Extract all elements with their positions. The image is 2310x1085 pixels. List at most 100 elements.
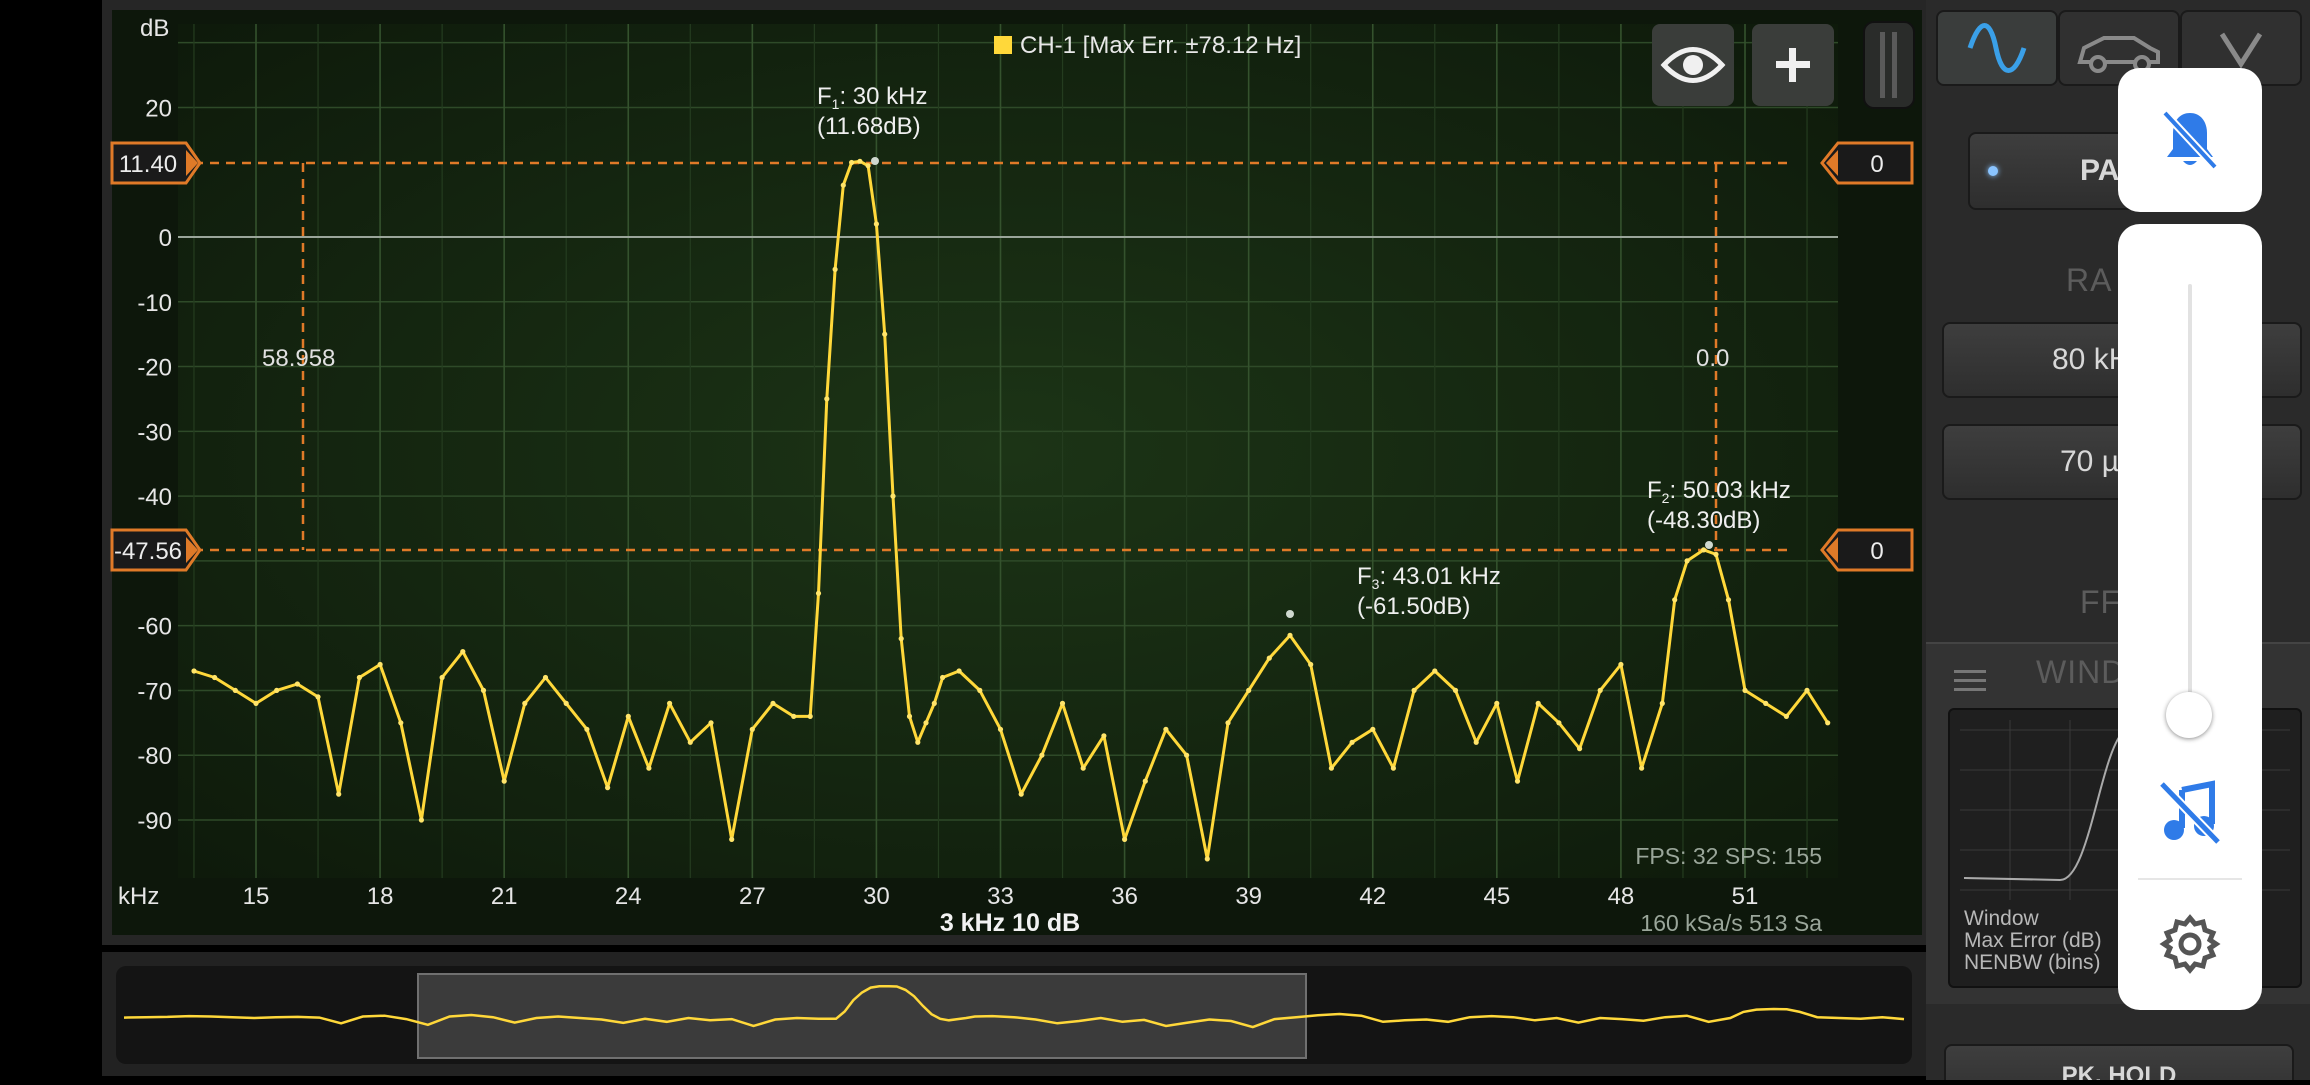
- marker-f2-dot: [1705, 541, 1713, 549]
- fps-readout: FPS: 32 SPS: 155: [1635, 843, 1822, 869]
- trace-point: [1184, 752, 1190, 758]
- mute-notifications-button[interactable]: [2118, 68, 2262, 212]
- volume-slider-thumb[interactable]: [2166, 692, 2212, 738]
- x-tick-label: 48: [1608, 883, 1635, 910]
- x-tick-label: 45: [1483, 883, 1510, 910]
- trace-point: [1597, 687, 1603, 694]
- status-led: [1988, 166, 1998, 176]
- trace-point: [890, 493, 896, 499]
- trace-point: [1018, 791, 1024, 797]
- trace-point: [1101, 733, 1107, 739]
- trace-point: [791, 713, 797, 720]
- cursor-1-left-handle[interactable]: 11.40: [110, 141, 202, 185]
- y-tick-label: -40: [137, 484, 172, 511]
- y-axis-unit: dB: [140, 15, 169, 42]
- gear-icon: [2159, 914, 2221, 974]
- trace-point: [1411, 687, 1417, 694]
- trace-point: [336, 791, 342, 797]
- sine-wave-icon: [1967, 23, 2027, 73]
- range-label: RA: [2066, 262, 2113, 298]
- trace-point: [1059, 700, 1066, 707]
- y-tick-label: -30: [137, 419, 172, 446]
- trace-point: [931, 700, 937, 707]
- trace-point: [915, 739, 921, 745]
- peak-hold-button[interactable]: PK. HOLD: [1944, 1044, 2294, 1080]
- sound-settings-button[interactable]: [2158, 912, 2222, 981]
- trace-point: [1577, 746, 1583, 752]
- trace-point: [1763, 700, 1769, 707]
- marker-f3-dot: [1286, 610, 1294, 618]
- trace-point: [687, 739, 693, 745]
- trace-point: [1452, 687, 1459, 694]
- trace-point: [294, 681, 300, 687]
- trace-point: [1122, 836, 1128, 843]
- trace-point: [840, 182, 846, 188]
- y-tick-label: -80: [137, 743, 172, 770]
- scale-readout: 3 kHz 10 dB: [940, 909, 1080, 937]
- trace-point: [1535, 700, 1541, 707]
- y-tick-label: 0: [159, 225, 172, 252]
- sample-rate-readout: 160 kSa/s 513 Sa: [1640, 910, 1822, 936]
- trace-point: [1080, 765, 1086, 771]
- trace-point: [605, 785, 611, 791]
- peak-hold-label: PK. HOLD: [2061, 1062, 2177, 1080]
- trace-point: [1494, 700, 1500, 707]
- trace-point: [1713, 551, 1719, 558]
- x-axis-unit: kHz: [118, 883, 159, 910]
- trace-point: [1725, 597, 1732, 603]
- trace-point: [1390, 765, 1396, 771]
- trace-point: [729, 836, 735, 843]
- vertical-cursor-2-label: 0.0: [1696, 345, 1729, 372]
- trace-point: [253, 700, 259, 707]
- svg-text:F3: 43.01 kHz: F3: 43.01 kHz: [1357, 563, 1501, 592]
- trace-point: [1225, 720, 1231, 726]
- trace-point: [977, 687, 983, 694]
- trace-point: [1618, 661, 1624, 668]
- trace-point: [625, 713, 631, 720]
- cursor-2-right-handle[interactable]: 0: [1820, 528, 1914, 572]
- svg-text:F2: 50.03 kHz: F2: 50.03 kHz: [1647, 477, 1791, 506]
- trace-point: [1556, 720, 1562, 726]
- cursor-2-value: -47.56: [114, 538, 182, 565]
- vertical-cursor-1-label: 58.958: [262, 345, 335, 372]
- x-tick-label: 27: [739, 883, 766, 910]
- trace-point: [480, 687, 487, 694]
- svg-text:(11.68dB): (11.68dB): [817, 113, 921, 140]
- y-tick-label: -20: [137, 355, 172, 382]
- volume-panel: [2118, 224, 2262, 1010]
- visibility-button[interactable]: [1652, 24, 1734, 106]
- trace-point: [873, 221, 880, 227]
- trace-point: [1701, 547, 1707, 553]
- svg-text:(-48.30dB): (-48.30dB): [1647, 507, 1760, 534]
- cursor-1-right-handle[interactable]: 0: [1820, 141, 1914, 185]
- trace-point: [1204, 856, 1210, 862]
- cursor-2-left-handle[interactable]: -47.56: [110, 528, 202, 572]
- trace-point: [646, 765, 652, 771]
- trace-point: [232, 687, 238, 694]
- trace-point: [542, 674, 549, 681]
- legend-swatch: [994, 36, 1012, 54]
- y-tick-label: -70: [137, 678, 172, 705]
- trace-point: [940, 674, 946, 681]
- add-button[interactable]: [1752, 24, 1834, 106]
- x-tick-label: 33: [987, 883, 1014, 910]
- trace-point: [1639, 765, 1645, 771]
- volume-slider-track[interactable]: [2188, 284, 2192, 716]
- trace-point: [882, 331, 888, 337]
- mode-tab-waveform[interactable]: [1936, 10, 2058, 86]
- trace-point: [1370, 726, 1376, 732]
- trace-point: [923, 720, 929, 726]
- trace-point: [708, 720, 714, 726]
- volume-panel-divider: [2138, 878, 2242, 880]
- trace-point: [1684, 558, 1690, 564]
- x-tick-label: 18: [367, 883, 394, 910]
- window-info-2: Max Error (dB): [1964, 929, 2102, 952]
- trace-point: [857, 158, 863, 164]
- panel-handle[interactable]: [1863, 21, 1915, 109]
- trace-point: [377, 661, 383, 668]
- media-mute-button[interactable]: [2154, 776, 2226, 853]
- cursor-2-right-value: 0: [1870, 538, 1883, 565]
- cursor-1-value: 11.40: [119, 151, 177, 178]
- x-tick-label: 21: [491, 883, 518, 910]
- menu-icon[interactable]: [1954, 664, 1986, 697]
